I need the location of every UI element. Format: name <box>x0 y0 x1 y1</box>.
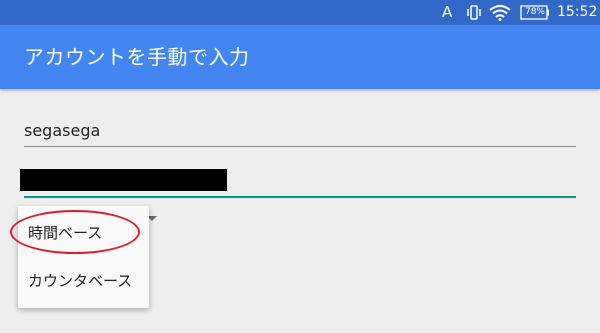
status-time: 15:52 <box>557 4 598 20</box>
wifi-icon <box>489 5 511 21</box>
redaction-bar <box>20 169 227 191</box>
dropdown-option-time-based[interactable]: 時間ベース <box>18 209 149 257</box>
username-value: segasega <box>24 121 101 140</box>
battery-level: 78% <box>524 7 545 17</box>
dropdown-menu: 時間ベース カウンタベース <box>18 206 149 308</box>
vibrate-icon <box>467 5 481 20</box>
app-bar: アカウントを手動で入力 <box>0 25 600 89</box>
dropdown-option-label: 時間ベース <box>28 224 103 242</box>
keyboard-indicator: A <box>442 3 453 21</box>
username-field[interactable]: segasega <box>24 118 576 147</box>
page-title: アカウントを手動で入力 <box>24 45 250 69</box>
dropdown-option-label: カウンタベース <box>28 272 133 290</box>
dropdown-option-counter-based[interactable]: カウンタベース <box>18 257 149 305</box>
status-bar: A 78% 15:52 <box>0 0 600 25</box>
